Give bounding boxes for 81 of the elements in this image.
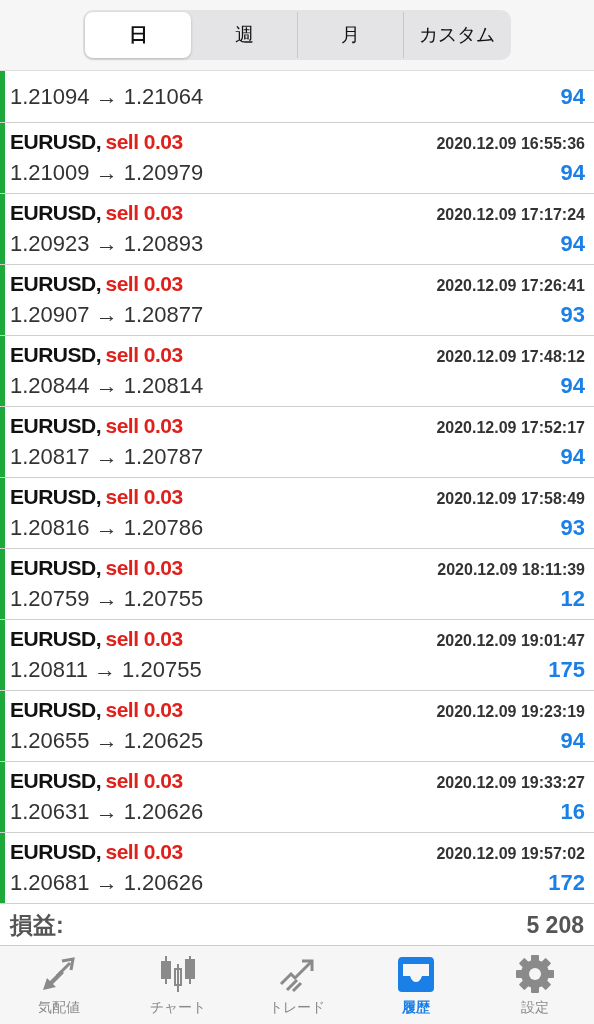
profit: 93 bbox=[560, 515, 585, 541]
period-tab[interactable]: 週 bbox=[191, 12, 297, 58]
trade-row[interactable]: EURUSD, sell 0.03 2020.12.09 18:11:39 1.20759 → 1.20755 12 bbox=[0, 549, 594, 620]
price-range: 1.20816 → 1.20786 bbox=[10, 515, 204, 541]
trade-row[interactable]: EURUSD, sell 0.03 2020.12.09 17:17:24 1.20923 → 1.20893 94 bbox=[0, 194, 594, 265]
trade-time: 2020.12.09 16:55:36 bbox=[436, 135, 585, 153]
symbol: EURUSD, bbox=[10, 627, 101, 650]
trade-time: 2020.12.09 19:23:19 bbox=[436, 703, 585, 721]
trade-row[interactable]: EURUSD, sell 0.03 2020.12.09 17:26:41 1.20907 → 1.20877 93 bbox=[0, 265, 594, 336]
trade-row[interactable]: EURUSD, sell 0.03 2020.12.09 16:55:36 1.21009 → 1.20979 94 bbox=[0, 123, 594, 194]
order-type: sell 0.03 bbox=[105, 201, 183, 224]
trade-row[interactable]: EURUSD, sell 0.03 2020.12.09 19:57:02 1.20681 → 1.20626 172 bbox=[0, 833, 594, 904]
profit: 94 bbox=[560, 160, 585, 186]
trade-row[interactable]: EURUSD, sell 0.03 2020.12.09 17:52:17 1.20817 → 1.20787 94 bbox=[0, 407, 594, 478]
profit: 93 bbox=[560, 302, 585, 328]
trade-time: 2020.12.09 19:33:27 bbox=[436, 774, 585, 792]
order-type: sell 0.03 bbox=[105, 556, 183, 579]
nav-tab[interactable]: 履歴 bbox=[356, 946, 476, 1024]
profit: 94 bbox=[560, 728, 585, 754]
profit: 12 bbox=[560, 586, 585, 612]
order-type: sell 0.03 bbox=[105, 130, 183, 153]
order-type: sell 0.03 bbox=[105, 272, 183, 295]
nav-label: 設定 bbox=[520, 998, 549, 1017]
price-range: 1.20923 → 1.20893 bbox=[10, 231, 204, 257]
symbol: EURUSD, bbox=[10, 272, 101, 295]
total-value: 5 208 bbox=[526, 911, 584, 939]
order-type: sell 0.03 bbox=[105, 414, 183, 437]
period-tab[interactable]: 月 bbox=[297, 12, 403, 58]
profit: 94 bbox=[560, 231, 585, 257]
symbol: EURUSD, bbox=[10, 698, 101, 721]
symbol: EURUSD, bbox=[10, 485, 101, 508]
trade-time: 2020.12.09 17:58:49 bbox=[436, 490, 585, 508]
price-range: 1.20655 → 1.20625 bbox=[10, 728, 204, 754]
price-range: 1.20817 → 1.20787 bbox=[10, 444, 204, 470]
nav-label: 履歴 bbox=[401, 998, 430, 1017]
symbol: EURUSD, bbox=[10, 343, 101, 366]
period-tab[interactable]: 日 bbox=[85, 12, 191, 58]
price-range: 1.20631 → 1.20626 bbox=[10, 799, 204, 825]
price-range: 1.20907 → 1.20877 bbox=[10, 302, 204, 328]
price-range: 1.21094 → 1.21064 bbox=[10, 83, 204, 110]
profit: 16 bbox=[560, 799, 585, 825]
nav-label: チャート bbox=[150, 998, 207, 1017]
profit: 175 bbox=[548, 657, 585, 683]
order-type: sell 0.03 bbox=[105, 343, 183, 366]
symbol: EURUSD, bbox=[10, 130, 101, 153]
trade-time: 2020.12.09 17:17:24 bbox=[436, 206, 585, 224]
profit: 94 bbox=[560, 373, 585, 399]
nav-label: トレード bbox=[269, 998, 325, 1017]
price-range: 1.20681 → 1.20626 bbox=[10, 870, 204, 896]
trade-time: 2020.12.09 17:48:12 bbox=[436, 348, 585, 366]
trade-time: 2020.12.09 19:01:47 bbox=[436, 632, 585, 650]
symbol: EURUSD, bbox=[10, 556, 101, 579]
trade-row[interactable]: EURUSD, sell 0.03 2020.12.09 17:58:49 1.20816 → 1.20786 93 bbox=[0, 478, 594, 549]
profit: 94 bbox=[560, 83, 585, 110]
nav-label: 気配値 bbox=[38, 998, 81, 1017]
period-tab[interactable]: カスタム bbox=[403, 12, 509, 58]
profit: 172 bbox=[548, 870, 585, 896]
trade-time: 2020.12.09 17:52:17 bbox=[436, 419, 585, 437]
price-range: 1.20844 → 1.20814 bbox=[10, 373, 204, 399]
total-label: 損益: bbox=[10, 910, 64, 940]
profit: 94 bbox=[560, 444, 585, 470]
trade-row[interactable]: 1.21094 → 1.21064 94 bbox=[0, 71, 594, 123]
trade-row[interactable]: EURUSD, sell 0.03 2020.12.09 19:01:47 1.20811 → 1.20755 175 bbox=[0, 620, 594, 691]
trade-row[interactable]: EURUSD, sell 0.03 2020.12.09 19:23:19 1.20655 → 1.20625 94 bbox=[0, 691, 594, 762]
symbol: EURUSD, bbox=[10, 201, 101, 224]
order-type: sell 0.03 bbox=[105, 627, 183, 650]
symbol: EURUSD, bbox=[10, 769, 101, 792]
price-range: 1.21009 → 1.20979 bbox=[10, 160, 204, 186]
price-range: 1.20811 → 1.20755 bbox=[10, 657, 202, 683]
order-type: sell 0.03 bbox=[105, 840, 183, 863]
trade-row[interactable]: EURUSD, sell 0.03 2020.12.09 17:48:12 1.20844 → 1.20814 94 bbox=[0, 336, 594, 407]
trade-time: 2020.12.09 19:57:02 bbox=[436, 845, 585, 863]
order-type: sell 0.03 bbox=[105, 485, 183, 508]
trade-time: 2020.12.09 18:11:39 bbox=[437, 561, 585, 579]
symbol: EURUSD, bbox=[10, 414, 101, 437]
order-type: sell 0.03 bbox=[105, 769, 183, 792]
order-type: sell 0.03 bbox=[105, 698, 183, 721]
trade-time: 2020.12.09 17:26:41 bbox=[436, 277, 585, 295]
trade-row[interactable]: EURUSD, sell 0.03 2020.12.09 19:33:27 1.20631 → 1.20626 16 bbox=[0, 762, 594, 833]
symbol: EURUSD, bbox=[10, 840, 101, 863]
price-range: 1.20759 → 1.20755 bbox=[10, 586, 204, 612]
